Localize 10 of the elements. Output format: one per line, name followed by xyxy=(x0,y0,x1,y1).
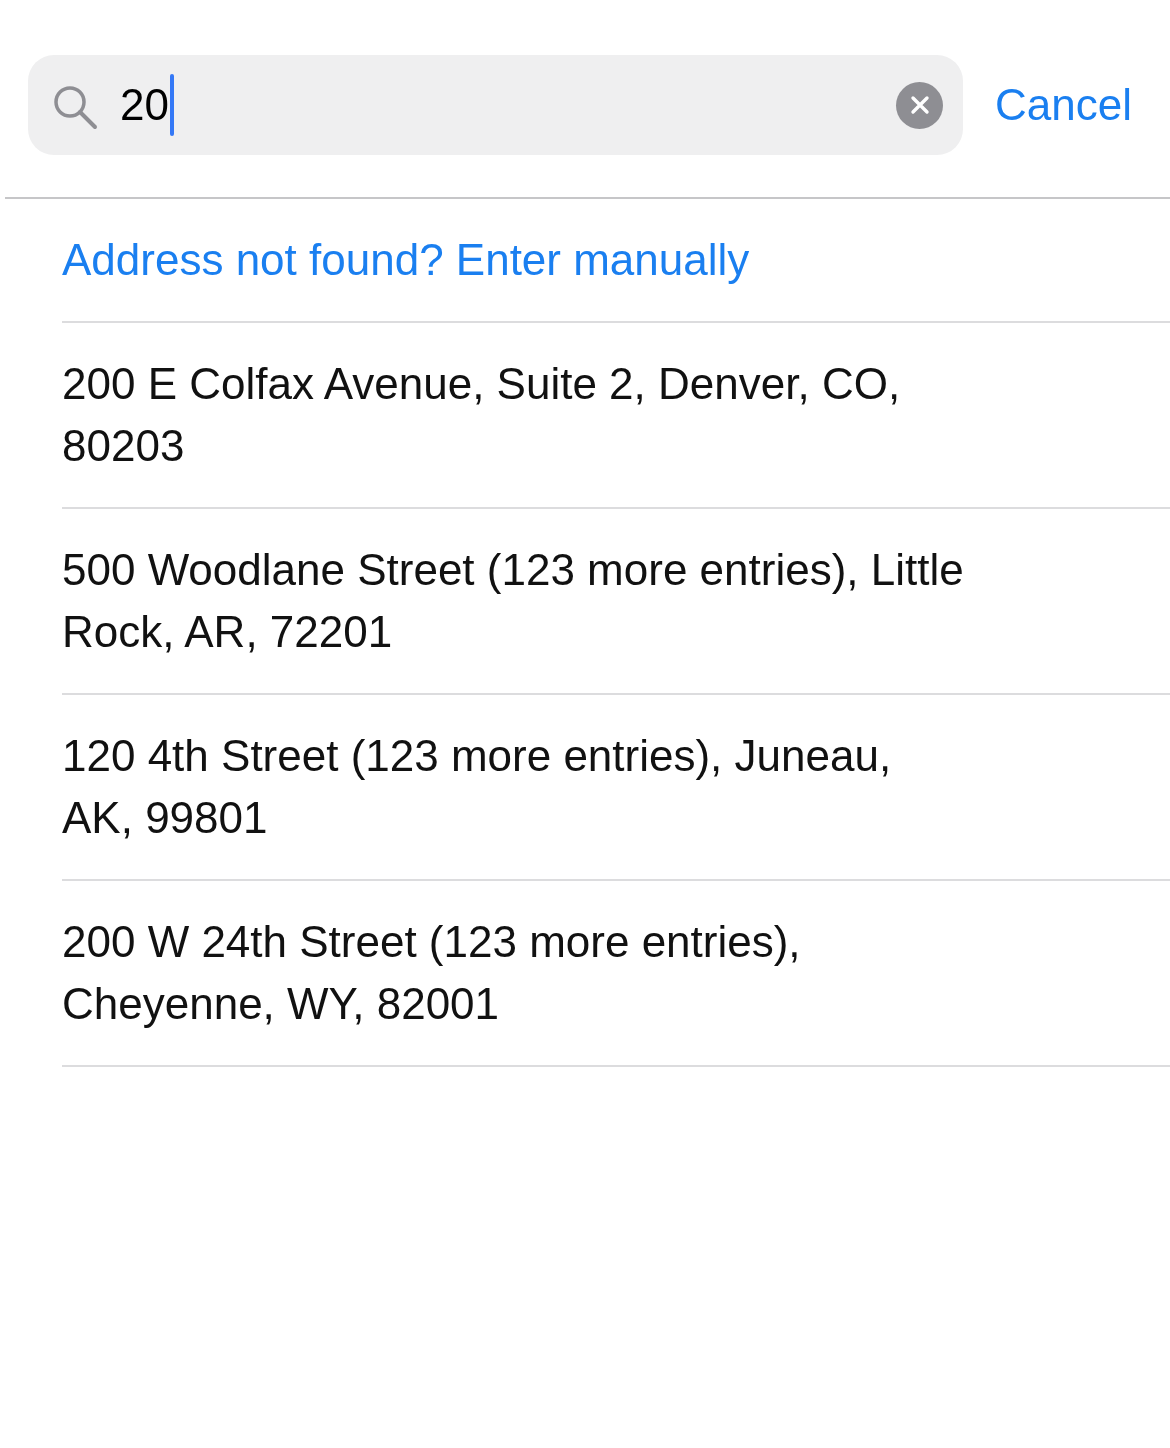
address-result[interactable]: 500 Woodlane Street (123 more entries), Little Rock, AR, 72201 xyxy=(62,509,1170,695)
cancel-button[interactable]: Cancel xyxy=(995,80,1132,130)
manual-entry-link[interactable]: Address not found? Enter manually xyxy=(62,235,750,284)
address-result[interactable]: 200 E Colfax Avenue, Suite 2, Denver, CO, 80203 xyxy=(62,323,1170,509)
close-icon xyxy=(909,95,930,115)
address-result[interactable]: 120 4th Street (123 more entries), Juneau, AK, 99801 xyxy=(62,695,1170,881)
search-icon xyxy=(52,84,98,130)
address-result[interactable]: 200 W 24th Street (123 more entries), Cheyenne, WY, 82001 xyxy=(62,881,1170,1067)
clear-button[interactable] xyxy=(896,81,943,129)
search-field[interactable]: 20 xyxy=(28,55,963,155)
